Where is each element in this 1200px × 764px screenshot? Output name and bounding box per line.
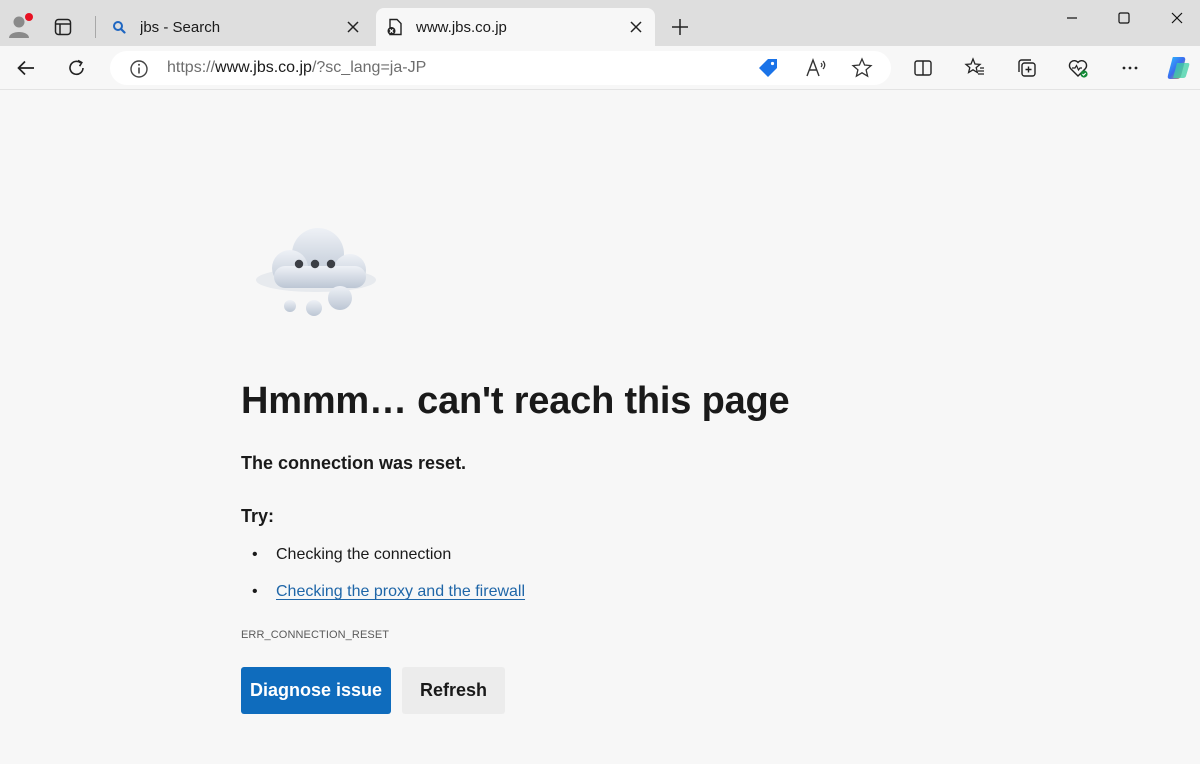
list-item: • Checking the proxy and the firewall [252, 583, 525, 601]
browser-toolbar: https://www.jbs.co.jp/?sc_lang=ja-JP [0, 46, 1200, 90]
page-title: Hmmm… can't reach this page [241, 380, 790, 422]
url-host: www.jbs.co.jp [215, 59, 312, 76]
tab-jbs-site[interactable]: www.jbs.co.jp [376, 8, 655, 46]
url-text[interactable]: https://www.jbs.co.jp/?sc_lang=ja-JP [167, 59, 426, 77]
url-scheme: https:// [167, 59, 216, 76]
minimize-icon[interactable] [1045, 4, 1099, 32]
copilot-icon[interactable] [1162, 52, 1194, 84]
new-tab-icon[interactable] [666, 14, 694, 40]
tab-separator [95, 16, 96, 38]
suggestion-check-connection: Checking the connection [276, 546, 452, 563]
favorites-icon[interactable] [959, 52, 991, 84]
shopping-tag-icon[interactable] [756, 56, 780, 80]
close-tab-icon[interactable] [625, 16, 647, 38]
favorite-star-icon[interactable] [850, 56, 874, 80]
refresh-button[interactable]: Refresh [402, 667, 505, 714]
error-page-icon [386, 18, 404, 36]
site-info-icon[interactable] [128, 58, 150, 80]
more-options-icon[interactable] [1114, 52, 1146, 84]
reload-icon[interactable] [61, 52, 93, 84]
url-path: /?sc_lang=ja-JP [311, 59, 427, 76]
close-tab-icon[interactable] [342, 16, 364, 38]
split-screen-icon[interactable] [907, 52, 939, 84]
back-arrow-icon[interactable] [10, 52, 42, 84]
error-code: ERR_CONNECTION_RESET [241, 629, 390, 641]
diagnose-issue-button[interactable]: Diagnose issue [241, 667, 391, 714]
address-bar[interactable]: https://www.jbs.co.jp/?sc_lang=ja-JP [110, 51, 891, 85]
read-aloud-icon[interactable] [804, 56, 828, 80]
search-icon [110, 18, 128, 36]
profile-avatar-icon[interactable] [6, 12, 34, 40]
tab-title: jbs - Search [140, 18, 221, 36]
proxy-firewall-link[interactable]: Checking the proxy and the firewall [276, 583, 525, 600]
thinking-cloud-icon [252, 222, 380, 322]
maximize-icon[interactable] [1097, 4, 1151, 32]
try-label: Try: [241, 506, 275, 526]
tab-jbs-search[interactable]: jbs - Search [100, 8, 372, 46]
error-message: The connection was reset. [241, 453, 467, 473]
bullet-dot: • [252, 583, 258, 600]
collections-icon[interactable] [1011, 52, 1043, 84]
list-item: • Checking the connection [252, 546, 451, 564]
close-window-icon[interactable] [1150, 4, 1200, 32]
bullet-dot: • [252, 546, 258, 563]
tab-title: www.jbs.co.jp [416, 18, 507, 36]
tab-strip: jbs - Search www.jbs.co.jp [0, 0, 1200, 46]
tab-actions-icon[interactable] [50, 14, 76, 40]
browser-essentials-icon[interactable] [1062, 52, 1094, 84]
